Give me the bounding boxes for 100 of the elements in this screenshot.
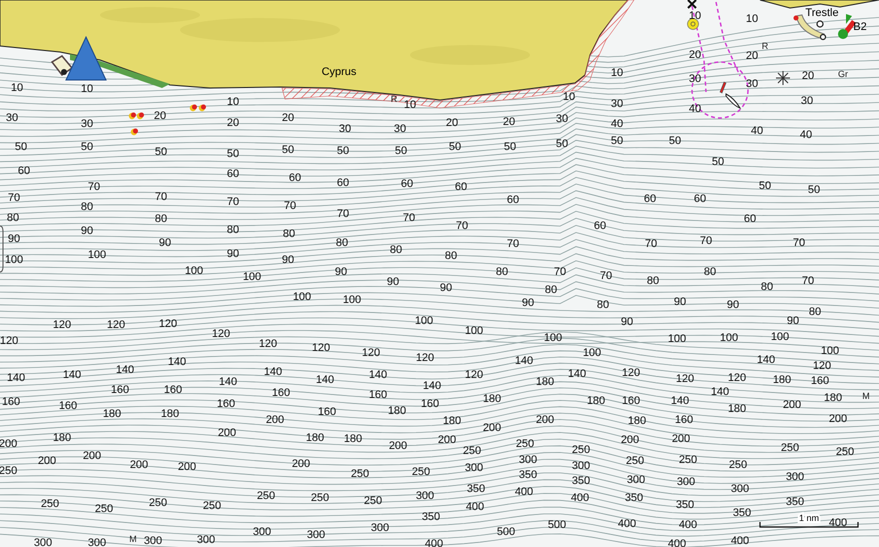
depth-label: 60	[226, 168, 240, 180]
depth-label: 350	[572, 475, 590, 487]
depth-label: 20	[282, 112, 294, 124]
depth-label: 160	[2, 396, 20, 408]
depth-label: 100	[292, 291, 312, 303]
depth-label: 200	[482, 422, 502, 434]
depth-label: 100	[582, 347, 602, 359]
depth-label: 80	[154, 213, 168, 225]
depth-label: 300	[626, 474, 646, 486]
depth-label: 90	[8, 233, 20, 245]
depth-label: 300	[252, 526, 272, 538]
depth-label: 50	[336, 145, 350, 157]
depth-label: 350	[624, 492, 644, 504]
depth-label: 30	[6, 112, 18, 124]
depth-label: 160	[164, 384, 182, 396]
depth-label: 70	[644, 238, 658, 250]
depth-label: 400	[570, 492, 590, 504]
depth-label: 400	[730, 535, 750, 547]
depth-label: 120	[362, 347, 380, 359]
depth-label: 250	[836, 446, 854, 458]
depth-label: 20	[226, 117, 240, 129]
depth-label: 120	[258, 338, 278, 350]
depth-label: 60	[454, 181, 468, 193]
depth-label: 140	[62, 369, 82, 381]
depth-label: 250	[202, 500, 222, 512]
depth-label: 120	[812, 360, 832, 372]
depth-label: 10	[746, 13, 758, 25]
depth-label: 400	[424, 538, 444, 547]
depth-label: 50	[448, 141, 462, 153]
depth-label: 120	[52, 319, 72, 331]
place-label: B2	[853, 21, 867, 33]
depth-label: 60	[288, 172, 302, 184]
place-label: Trestle	[805, 7, 839, 19]
depth-label: 140	[218, 376, 238, 388]
depth-label: 180	[482, 393, 502, 405]
depth-label: 90	[620, 316, 634, 328]
depth-label: 400	[828, 517, 848, 529]
depth-label: 250	[412, 466, 430, 478]
depth-label: 180	[824, 392, 842, 404]
depth-label: 70	[336, 208, 350, 220]
depth-label: 70	[284, 200, 296, 212]
depth-label: 50	[758, 180, 772, 192]
depth-label: 120	[212, 328, 230, 340]
depth-label: 20	[802, 70, 814, 82]
depth-label: 30	[746, 78, 758, 90]
depth-label: 250	[40, 498, 60, 510]
depth-label: 250	[516, 438, 534, 450]
depth-label: 160	[674, 414, 694, 426]
depth-label: 50	[394, 145, 408, 157]
depth-label: 160	[318, 406, 336, 418]
depth-label: 50	[808, 184, 820, 196]
depth-label: 10	[562, 91, 576, 103]
depth-label: 250	[626, 455, 644, 467]
depth-label: 200	[218, 427, 236, 439]
depth-label: 30	[338, 123, 352, 135]
depth-label: 80	[760, 281, 774, 293]
depth-label: 160	[110, 384, 130, 396]
depth-label: 200	[672, 433, 690, 445]
depth-label: 300	[572, 460, 590, 472]
depth-label: 250	[148, 497, 168, 509]
depth-label: 120	[106, 319, 126, 331]
depth-label: 250	[364, 495, 382, 507]
depth-label: 70	[700, 235, 712, 247]
depth-label: 70	[600, 270, 612, 282]
depth-label: 20	[502, 116, 516, 128]
depth-label: 400	[618, 518, 636, 530]
depth-label: 180	[536, 376, 554, 388]
depth-label: 60	[400, 178, 414, 190]
depth-label: 90	[726, 299, 740, 311]
depth-label: 180	[388, 405, 406, 417]
depth-label: 120	[728, 372, 746, 384]
depth-label: 350	[676, 499, 694, 511]
depth-label: 90	[386, 276, 400, 288]
depth-label: 140	[756, 354, 776, 366]
depth-label: 80	[544, 284, 558, 296]
depth-label: 250	[310, 492, 330, 504]
depth-label: 250	[572, 444, 590, 456]
depth-label: 400	[466, 501, 484, 513]
depth-label: 80	[336, 237, 348, 249]
depth-label: 70	[402, 212, 416, 224]
depth-label: 300	[34, 537, 52, 547]
depth-label: 300	[464, 462, 484, 474]
buoy-icon	[687, 18, 699, 30]
depth-label: 30	[800, 95, 814, 107]
depth-label: 400	[668, 538, 686, 547]
depth-label: 90	[440, 282, 452, 294]
depth-label: 60	[336, 177, 350, 189]
depth-label: 160	[58, 400, 78, 412]
wreck-icon	[130, 128, 138, 136]
depth-label: 180	[628, 415, 646, 427]
depth-label: 40	[610, 118, 624, 130]
depth-label: 100	[184, 265, 204, 277]
depth-label: 50	[610, 135, 624, 147]
depth-label: 100	[820, 345, 840, 357]
depth-label: 140	[316, 374, 334, 386]
depth-label: 70	[506, 238, 520, 250]
depth-label: 200	[620, 434, 640, 446]
boat-icon	[726, 94, 740, 108]
depth-label: 90	[674, 296, 686, 308]
depth-label: 90	[282, 254, 294, 266]
